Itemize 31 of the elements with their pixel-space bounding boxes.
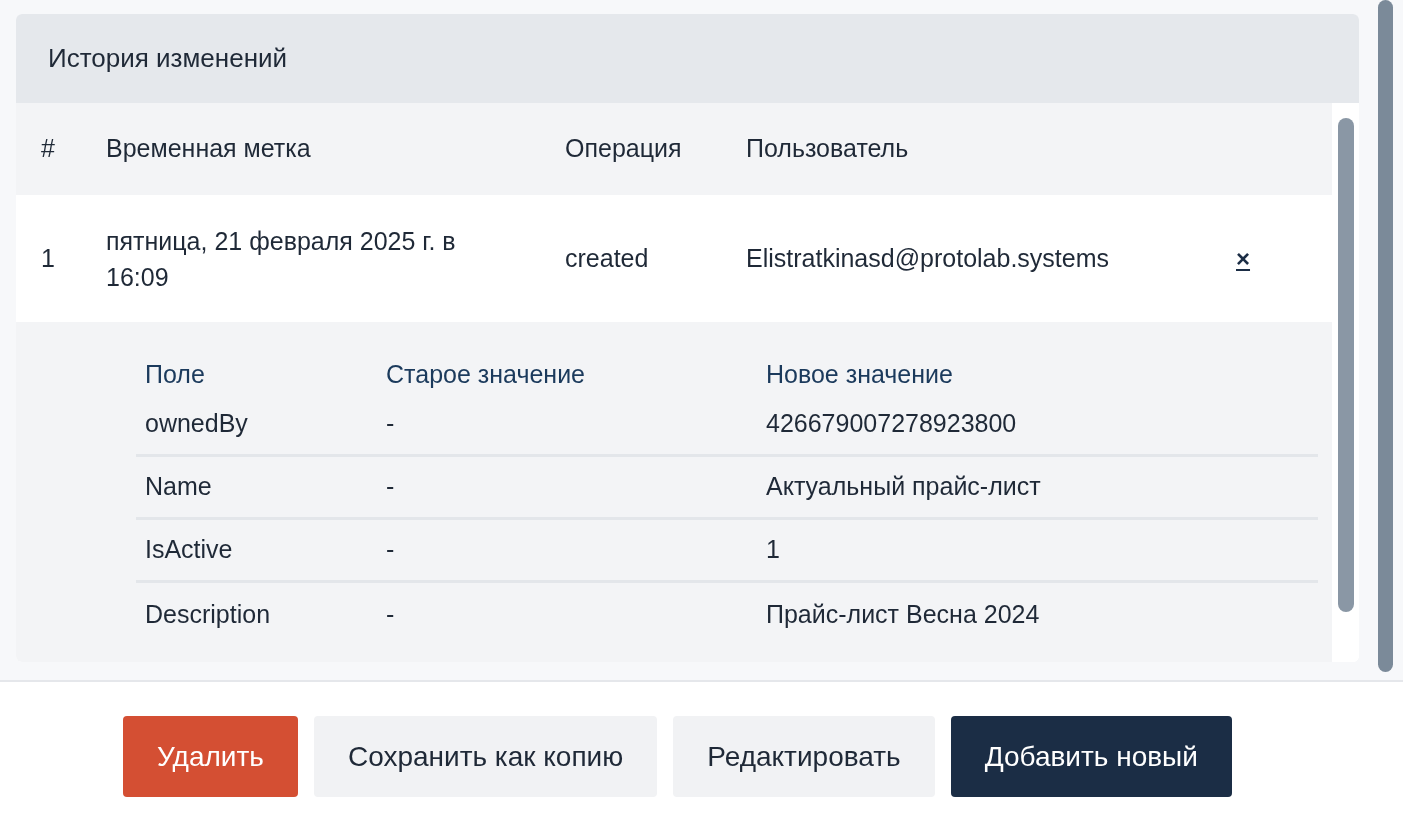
scrollbar-thumb[interactable] [1377,0,1393,672]
table-cell-text: 1 [40,242,56,274]
table-cell-text: 1 [766,534,780,566]
column-header: Новое значение [766,359,953,391]
column-header: # [40,133,56,165]
action-button[interactable]: Сохранить как копию [313,716,658,797]
table-cell-text: - [386,408,396,440]
column-header: Операция [565,133,683,165]
table-cell-text: - [386,471,396,503]
table-cell-text: Актуальный прайс-лист [766,471,1041,503]
close-button[interactable]: × [1236,240,1250,277]
action-button[interactable]: Удалить [123,716,298,797]
table-cell-text: Description [144,598,272,630]
column-header: Поле [144,359,206,391]
table-cell-text: ownedBy [144,408,249,440]
table-cell-text: пятница, 21 февраля 2025 г. в 16:09 [106,225,457,293]
table-cell-text: Name [144,471,213,503]
table-cell-text: - [386,598,396,630]
table-cell-text: 426679007278923800 [766,408,1017,440]
column-header: Пользователь [746,133,909,165]
action-button[interactable]: Добавить новый [950,716,1232,797]
scrollbar-thumb[interactable] [1337,118,1354,612]
table-cell-text: - [386,534,396,566]
table-cell-text: Прайс-лист Весна 2024 [766,598,1040,630]
column-header: Временная метка [106,133,312,165]
column-header: Старое значение [386,359,586,391]
table-cell-text: IsActive [144,534,234,566]
table-cell-text: created [565,242,650,274]
action-button[interactable]: Редактировать [673,716,935,797]
table-cell-text: Elistratkinasd@protolab.systems [746,242,1110,274]
panel-title: История изменений [48,42,288,75]
